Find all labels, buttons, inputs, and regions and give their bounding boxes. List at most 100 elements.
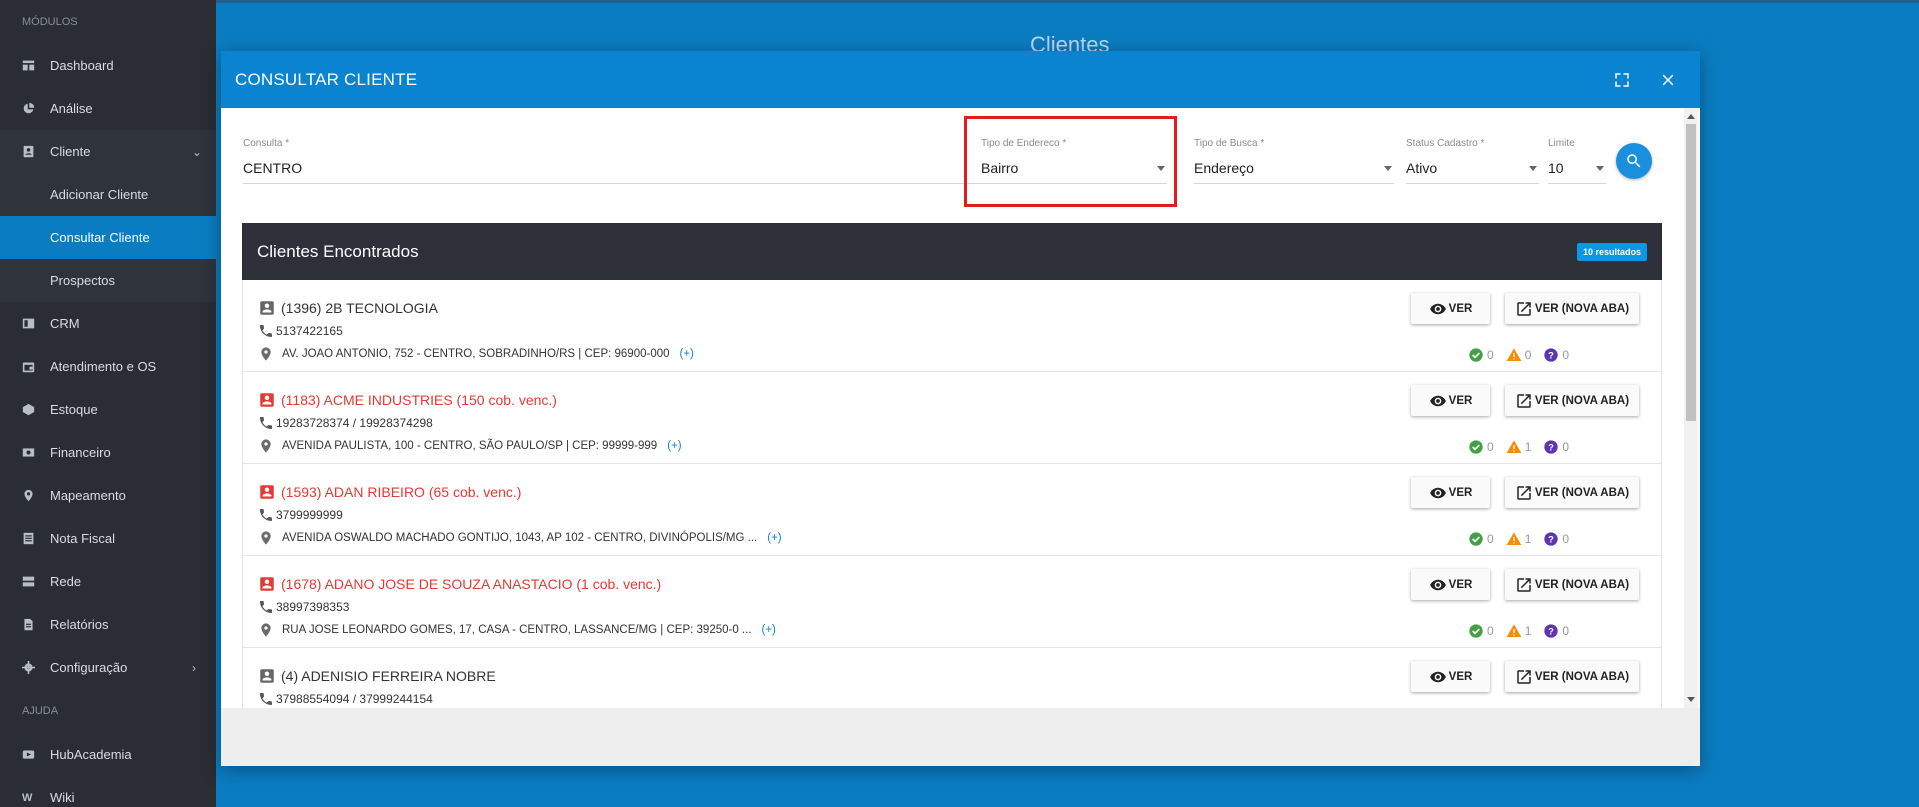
ver-button[interactable]: VER — [1411, 477, 1490, 508]
eye-icon — [1429, 579, 1446, 590]
sidebar-item-wiki[interactable]: W Wiki — [0, 776, 216, 807]
client-name: (1183) ACME INDUSTRIES (150 cob. venc.) — [281, 392, 557, 408]
scroll-down-arrow[interactable] — [1687, 697, 1695, 702]
client-stats: 0 1 ? 0 — [1468, 439, 1581, 455]
sidebar-item-crm[interactable]: CRM — [0, 302, 216, 345]
sidebar-item-mapeamento[interactable]: Mapeamento — [0, 474, 216, 517]
scroll-up-arrow[interactable] — [1687, 114, 1695, 119]
status-cadastro-value: Ativo — [1406, 160, 1438, 176]
sidebar-subitem-adicionar-cliente[interactable]: Adicionar Cliente — [0, 173, 216, 216]
help-circle-icon: ? — [1543, 347, 1559, 363]
modal-body: Consulta * CENTRO Tipo de Endereco * Bai… — [221, 108, 1700, 708]
contact-card-icon — [258, 575, 276, 593]
consulta-label: Consulta — [243, 138, 283, 149]
client-phone: 5137422165 — [276, 324, 343, 338]
tipo-busca-value: Endereço — [1194, 160, 1254, 176]
sidebar-item-label: Financeiro — [50, 445, 111, 460]
tipo-busca-label: Tipo de Busca — [1194, 138, 1258, 149]
phone-icon — [260, 417, 272, 429]
ver-nova-aba-button[interactable]: VER (NOVA ABA) — [1505, 293, 1639, 324]
check-circle-icon — [1468, 623, 1484, 639]
ver-nova-aba-button[interactable]: VER (NOVA ABA) — [1505, 385, 1639, 416]
modal-header: CONSULTAR CLIENTE — [221, 51, 1700, 108]
results-panel: Clientes Encontrados 10 resultados (1396… — [242, 223, 1662, 708]
svg-text:?: ? — [1549, 442, 1555, 452]
sidebar-item-rede[interactable]: Rede — [0, 560, 216, 603]
sidebar-subitem-prospectos[interactable]: Prospectos — [0, 259, 216, 302]
client-name: (1593) ADAN RIBEIRO (65 cob. venc.) — [281, 484, 522, 500]
contact-card-icon — [258, 299, 276, 317]
client-row: (4) ADENISIO FERREIRA NOBRE 37988554094 … — [242, 648, 1662, 708]
sidebar-subitem-consultar-cliente[interactable]: Consultar Cliente — [0, 216, 216, 259]
highlight-box — [964, 116, 1177, 207]
help-circle-icon: ? — [1543, 439, 1559, 455]
sidebar-item-configuracao[interactable]: Configuração › — [0, 646, 216, 689]
ver-nova-aba-button[interactable]: VER (NOVA ABA) — [1505, 569, 1639, 600]
gear-icon — [22, 661, 50, 674]
phone-icon — [260, 601, 272, 613]
limite-label: Limite — [1548, 138, 1575, 149]
status-cadastro-select[interactable]: Status Cadastro * Ativo — [1406, 138, 1539, 184]
tipo-busca-select[interactable]: Tipo de Busca * Endereço — [1194, 138, 1394, 184]
sidebar-item-nota-fiscal[interactable]: Nota Fiscal — [0, 517, 216, 560]
close-icon — [1662, 74, 1674, 85]
dropdown-arrow-icon — [1596, 165, 1604, 171]
limite-select[interactable]: Limite 10 — [1548, 138, 1606, 184]
sidebar-item-cliente[interactable]: Cliente ⌄ — [0, 130, 216, 173]
client-phone: 3799999999 — [276, 508, 343, 522]
modal-footer — [221, 708, 1700, 766]
ok-count: 0 — [1487, 348, 1494, 362]
check-circle-icon — [1468, 347, 1484, 363]
ver-nova-aba-button[interactable]: VER (NOVA ABA) — [1505, 661, 1639, 692]
warning-icon — [1506, 439, 1522, 455]
dropdown-arrow-icon — [1529, 165, 1537, 171]
contact-card-icon — [258, 391, 276, 409]
ver-button[interactable]: VER — [1411, 293, 1490, 324]
ver-button[interactable]: VER — [1411, 385, 1490, 416]
expand-address-link[interactable]: (+) — [667, 440, 681, 452]
client-address: AVENIDA OSWALDO MACHADO GONTIJO, 1043, A… — [282, 532, 758, 544]
expand-address-link[interactable]: (+) — [767, 532, 781, 544]
sidebar: MÓDULOS Dashboard Análise Cliente ⌄ Adic… — [0, 0, 216, 807]
client-phone: 38997398353 — [276, 600, 350, 614]
expand-address-link[interactable]: (+) — [680, 348, 694, 360]
unknown-count: 0 — [1562, 348, 1570, 362]
eye-icon — [1429, 487, 1446, 498]
expand-address-link[interactable]: (+) — [762, 624, 776, 636]
top-header — [216, 0, 1919, 3]
fullscreen-button[interactable] — [1604, 62, 1640, 98]
sidebar-item-hubacademia[interactable]: HubAcademia — [0, 733, 216, 776]
ver-button[interactable]: VER — [1411, 661, 1490, 692]
scroll-thumb[interactable] — [1686, 124, 1696, 421]
sidebar-item-financeiro[interactable]: Financeiro — [0, 431, 216, 474]
scrollbar[interactable] — [1684, 108, 1698, 708]
sidebar-item-dashboard[interactable]: Dashboard — [0, 44, 216, 87]
ok-count: 0 — [1487, 532, 1494, 546]
dropdown-arrow-icon — [1384, 165, 1392, 171]
sidebar-item-label: Wiki — [50, 790, 75, 805]
sidebar-item-estoque[interactable]: Estoque — [0, 388, 216, 431]
chevron-down-icon: ⌄ — [192, 144, 203, 159]
sidebar-item-analise[interactable]: Análise — [0, 87, 216, 130]
search-button[interactable] — [1616, 143, 1652, 179]
sidebar-item-relatorios[interactable]: Relatórios — [0, 603, 216, 646]
sidebar-item-atendimento[interactable]: Atendimento e OS — [0, 345, 216, 388]
client-phone: 37988554094 / 37999244154 — [276, 692, 433, 706]
unknown-count: 0 — [1562, 532, 1570, 546]
help-circle-icon: ? — [1543, 623, 1559, 639]
consulta-field[interactable]: Consulta * CENTRO — [243, 138, 988, 184]
warning-count: 1 — [1524, 532, 1532, 546]
sidebar-section-modules: MÓDULOS — [22, 16, 78, 28]
client-name: (4) ADENISIO FERREIRA NOBRE — [281, 668, 496, 684]
sidebar-item-label: Cliente — [50, 144, 91, 159]
sidebar-item-label: Análise — [50, 101, 93, 116]
sidebar-section-help: AJUDA — [22, 705, 59, 717]
close-button[interactable] — [1650, 62, 1686, 98]
consulta-input[interactable]: CENTRO — [243, 160, 302, 176]
results-title: Clientes Encontrados — [257, 241, 419, 261]
phone-icon — [260, 509, 272, 521]
contact-card-icon — [258, 667, 276, 685]
ver-button[interactable]: VER — [1411, 569, 1490, 600]
eye-icon — [1429, 303, 1446, 314]
ver-nova-aba-button[interactable]: VER (NOVA ABA) — [1505, 477, 1639, 508]
